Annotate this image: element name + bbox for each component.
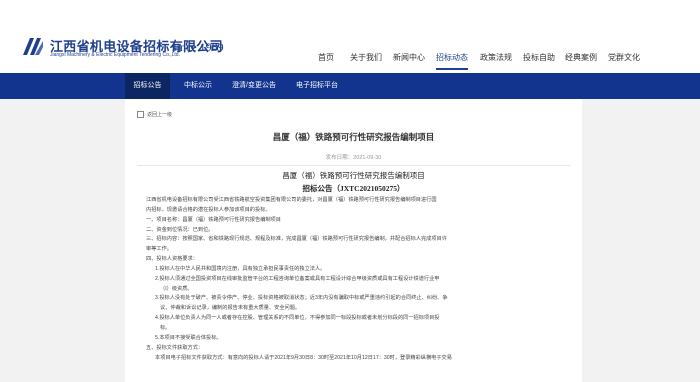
paragraph: 审等工作。 — [146, 246, 172, 253]
main-nav: 首页 关于我们 新闻中心 招标动态 政策法规 投标自助 经典案例 党群文化 — [0, 52, 700, 73]
publish-date: 发布日期：2021-09-30 — [325, 155, 382, 161]
sub-nav: 招标公告 中标公示 澄清/变更公告 电子招标平台 — [0, 73, 700, 99]
back-arrow-icon — [137, 111, 144, 119]
paragraph: 4.投标人单位负责人为同一人或者存在控股、管理关系的不同单位，不得参加同一标段投… — [155, 315, 440, 322]
paragraph: 江西省机电设备招标有限公司受江西省铁路航空投资集团有限公司的委托，对昌厦（福）铁… — [146, 197, 437, 203]
nav-item-about[interactable]: 关于我们 — [350, 52, 382, 73]
paragraph: 2.投标人须通过全国投资项目在线审批监管平台的工程咨询单位备案或具有工程设计综合… — [155, 275, 440, 282]
notice-heading: 昌厦（福）铁路预可行性研究报告编制项目 — [282, 171, 425, 180]
paragraph: 议、仲裁和诉讼记录，编制的报告未有重大质量、安全问题。 — [160, 305, 301, 312]
paragraph: （I）级资质。 — [160, 285, 193, 292]
paragraph: 一、项目名称：昌厦（福）铁路预可行性研究报告编制项目 — [146, 216, 281, 223]
nav-item-party-culture[interactable]: 党群文化 — [608, 52, 640, 73]
back-label: 返回上一级 — [147, 112, 173, 118]
notice-number: 招标公告（JXTC2021050275） — [302, 184, 405, 193]
tab-clarification[interactable]: 澄清/变更公告 — [226, 73, 282, 99]
tab-e-tender-platform[interactable]: 电子招标平台 — [291, 73, 343, 99]
nav-item-home[interactable]: 首页 — [318, 52, 334, 73]
paragraph: 1.投标人在中华人民共和国境内注册，具有独立承担民事责任的独立法人。 — [155, 265, 326, 272]
tab-tender-notice[interactable]: 招标公告 — [125, 73, 170, 99]
nav-item-bid-self-service[interactable]: 投标自助 — [523, 52, 555, 73]
paragraph: 三、招标内容：按照国家、省和铁路现行规范、规程及标准，完成昌厦（福）铁路预可行性… — [146, 236, 447, 243]
paragraph: 内招标，现邀请合格的潜在投标人参加该项目的投标。 — [146, 206, 271, 213]
paragraph: 四、投标人资格要求： — [146, 256, 198, 263]
site-header: 江西省机电设备招标有限公司 Jiangxi Machinery & Electr… — [0, 0, 700, 73]
nav-item-policy[interactable]: 政策法规 — [480, 52, 512, 73]
paragraph: 五、投标文件获取方式： — [146, 344, 204, 351]
back-link[interactable]: 返回上一级 — [137, 111, 173, 119]
nav-item-news[interactable]: 新闻中心 — [393, 52, 425, 73]
nav-active-indicator — [436, 68, 468, 70]
paragraph: 5.本项目不接受联合体投标。 — [155, 334, 222, 341]
nav-item-cases[interactable]: 经典案例 — [565, 52, 597, 73]
paragraph: 3.投标人没有处于破产、被责令停产、停业、投标资格被取消状态；近3年内没有骗取中… — [155, 295, 448, 302]
paragraph: 二、资金到位情况：已到位。 — [146, 226, 214, 233]
divider — [137, 165, 570, 166]
paragraph: 标。 — [160, 324, 171, 331]
article-body: 江西省机电设备招标有限公司受江西省铁路航空投资集团有限公司的委托，对昌厦（福）铁… — [146, 196, 564, 363]
paragraph: 本项目电子招标文件获取方式：有意向的投标人请于2021年9月30日8：30时至2… — [155, 354, 452, 361]
tab-award-notice[interactable]: 中标公示 — [178, 73, 218, 99]
article-title: 昌厦（福）铁路预可行性研究报告编制项目 — [272, 132, 435, 142]
